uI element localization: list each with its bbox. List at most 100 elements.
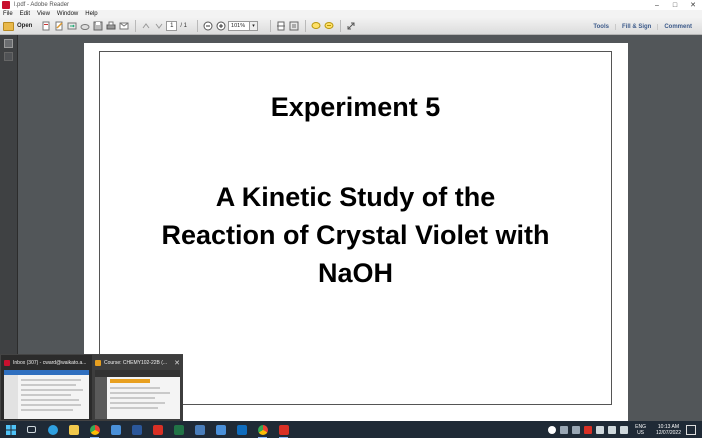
taskbar-photos[interactable] <box>189 421 210 438</box>
menu-window[interactable]: Window <box>57 11 78 17</box>
taskbar-chrome[interactable] <box>84 421 105 438</box>
taskbar-edge[interactable] <box>42 421 63 438</box>
minimize-button[interactable]: – <box>648 0 666 10</box>
taskbar-file-explorer[interactable] <box>63 421 84 438</box>
preview-header: Inbox (307) - cward@waikato.a... <box>4 358 89 367</box>
battery-icon[interactable] <box>620 425 629 434</box>
toolbar-separator <box>270 20 272 32</box>
chrome-tab-icon <box>4 359 10 366</box>
preview-title: Inbox (307) - cward@waikato.a... <box>13 359 87 366</box>
help-icon[interactable] <box>548 425 557 434</box>
tray-app-icon[interactable] <box>572 425 581 434</box>
taskbar-acrobat[interactable] <box>147 421 168 438</box>
create-pdf-button[interactable] <box>40 21 51 32</box>
task-view-button[interactable] <box>21 421 42 438</box>
edit-pdf-button[interactable] <box>53 21 64 32</box>
excel-icon <box>173 424 184 435</box>
clock-time: 10:13 AM <box>657 423 680 430</box>
photos-icon <box>194 424 205 435</box>
taskbar-word[interactable] <box>126 421 147 438</box>
file-explorer-icon <box>68 424 79 435</box>
zoom-in-icon <box>216 21 226 31</box>
menu-file[interactable]: File <box>3 11 13 17</box>
store-icon <box>110 424 121 435</box>
close-button[interactable]: ✕ <box>684 0 702 10</box>
comment-button[interactable] <box>310 21 321 32</box>
open-label: Open <box>17 23 33 29</box>
menu-edit[interactable]: Edit <box>20 11 30 17</box>
attachments-icon[interactable] <box>4 52 13 61</box>
highlight-icon <box>324 22 334 29</box>
taskbar-folder[interactable] <box>210 421 231 438</box>
save-button[interactable] <box>92 21 103 32</box>
language-indicator[interactable]: ENG US <box>635 424 646 436</box>
word-icon <box>131 424 142 435</box>
page-thumbnails-icon[interactable] <box>4 39 13 48</box>
notification-icon[interactable] <box>686 424 696 435</box>
taskbar-excel[interactable] <box>168 421 189 438</box>
taskbar-mail[interactable] <box>231 421 252 438</box>
language-region: US <box>637 429 645 436</box>
menu-help[interactable]: Help <box>85 11 97 17</box>
print-button[interactable] <box>105 21 116 32</box>
menu-view[interactable]: View <box>37 11 50 17</box>
close-preview-button[interactable]: ✕ <box>174 359 180 367</box>
taskbar-store[interactable] <box>105 421 126 438</box>
export-icon <box>67 22 77 30</box>
clock[interactable]: 10:13 AM 12/07/2022 <box>656 424 681 436</box>
print-icon <box>106 21 116 30</box>
volume-icon[interactable] <box>608 425 617 434</box>
window-controls: – □ ✕ <box>648 0 702 10</box>
preview-image <box>4 370 89 419</box>
title-bar: l.pdf - Adobe Reader – □ ✕ <box>0 0 702 10</box>
fit-page-button[interactable] <box>275 21 286 32</box>
expand-button[interactable] <box>345 21 356 32</box>
page-number-input[interactable]: 1 <box>166 21 178 31</box>
highlight-button[interactable] <box>323 21 334 32</box>
document-title: Experiment 5 <box>270 92 441 122</box>
cloud-button[interactable] <box>79 21 90 32</box>
open-button[interactable]: Open <box>3 21 32 32</box>
zoom-dropdown-button[interactable]: ▾ <box>250 21 259 31</box>
network-icon[interactable] <box>596 425 605 434</box>
start-button[interactable] <box>0 421 21 438</box>
edge-icon <box>47 424 58 435</box>
zoom-in-button[interactable] <box>215 21 226 32</box>
zoom-out-button[interactable] <box>202 21 213 32</box>
folder-icon <box>215 424 226 435</box>
taskbar-adobe-reader[interactable] <box>273 421 294 438</box>
fill-sign-button[interactable]: Fill & Sign <box>614 23 657 30</box>
preview-header: Course: CHEMY102-22B (... ✕ <box>95 358 180 367</box>
taskbar-chrome-2[interactable] <box>252 421 273 438</box>
window-title: l.pdf - Adobe Reader <box>14 2 70 8</box>
zoom-out-icon <box>203 21 213 31</box>
zoom-level-input[interactable]: 101% <box>228 21 251 31</box>
tray-antivirus-icon[interactable] <box>584 425 593 434</box>
mail-icon <box>236 424 247 435</box>
preview-inbox[interactable]: Inbox (307) - cward@waikato.a... <box>1 355 92 422</box>
document-subtitle: A Kinetic Study of the Reaction of Cryst… <box>161 182 550 288</box>
tray-app-icon[interactable] <box>560 425 569 434</box>
comment-icon <box>311 22 321 29</box>
chevron-down-icon: ▾ <box>252 23 255 29</box>
toolbar-separator <box>340 20 342 32</box>
email-button[interactable] <box>118 21 129 32</box>
save-icon <box>93 21 103 31</box>
full-screen-button[interactable] <box>288 21 299 32</box>
clock-date: 12/07/2022 <box>655 429 681 436</box>
taskbar-preview: Inbox (307) - cward@waikato.a... Course:… <box>0 354 183 422</box>
tools-button[interactable]: Tools <box>587 24 615 30</box>
comment-pane-button[interactable]: Comment <box>657 23 698 30</box>
acrobat-icon <box>152 424 163 435</box>
moodle-tab-icon <box>95 359 101 366</box>
preview-title: Course: CHEMY102-22B (... <box>104 359 168 366</box>
right-tools: Tools Fill & Sign Comment <box>587 18 698 35</box>
preview-course[interactable]: Course: CHEMY102-22B (... ✕ <box>92 355 183 422</box>
previous-page-button[interactable] <box>140 21 151 32</box>
preview-image <box>95 370 180 419</box>
system-tray: ENG US 10:13 AM 12/07/2022 <box>546 421 702 438</box>
export-button[interactable] <box>66 21 77 32</box>
maximize-button[interactable]: □ <box>666 0 684 10</box>
next-page-button[interactable] <box>153 21 164 32</box>
toolbar: Open 1 / 1 101% ▾ Tools Fill & Sign Comm… <box>0 18 702 35</box>
